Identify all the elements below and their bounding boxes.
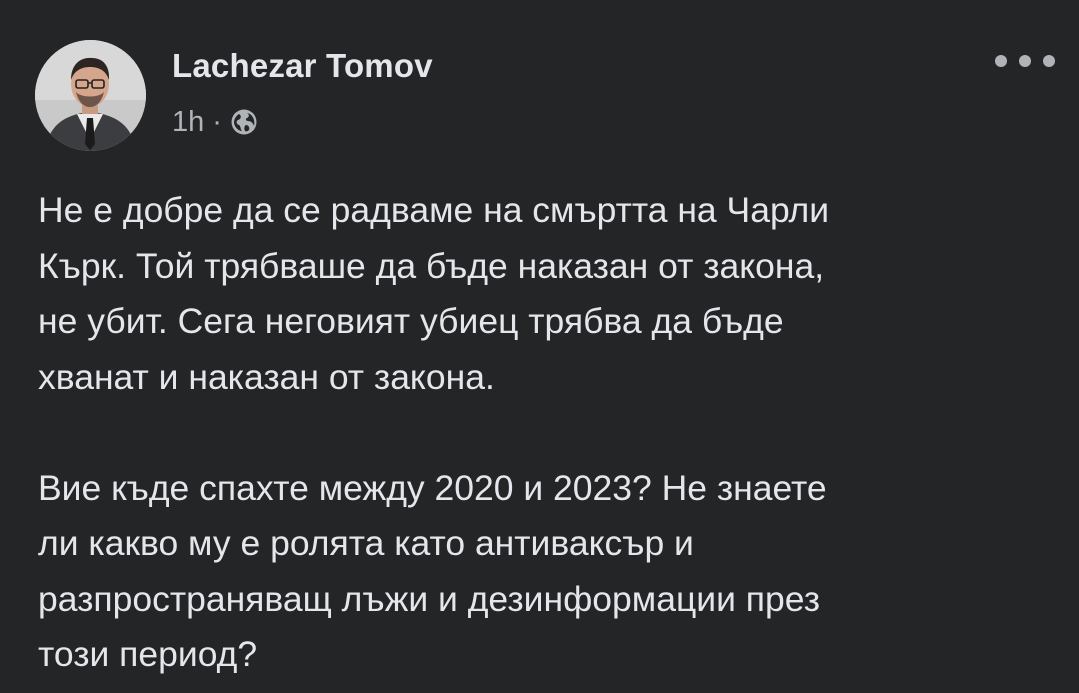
avatar[interactable] (35, 40, 146, 151)
text-line: този период? (38, 634, 258, 674)
post-card: Lachezar Tomov 1h · Не е добре да се рад… (0, 0, 1079, 693)
globe-icon[interactable] (230, 108, 258, 136)
more-options-icon[interactable] (995, 48, 1055, 74)
post-paragraph: Не е добре да се радваме на смъртта на Ч… (38, 183, 1068, 405)
more-dot (1019, 55, 1031, 67)
post-meta: 1h · (172, 104, 258, 140)
post-paragraph: Вие къде спахте между 2020 и 2023? Не зн… (38, 461, 1068, 683)
text-line: хванат и наказан от закона. (38, 356, 495, 397)
text-line: Вие къде спахте между 2020 и 2023? Не зн… (38, 467, 827, 508)
more-dot (1043, 55, 1055, 67)
avatar-image (35, 40, 146, 151)
post-text: Не е добре да се радваме на смъртта на Ч… (38, 183, 1068, 683)
text-line: Не е добре да се радваме на смъртта на Ч… (38, 190, 830, 230)
more-dot (995, 55, 1007, 67)
post-timestamp[interactable]: 1h (172, 106, 204, 139)
author-name[interactable]: Lachezar Tomov (172, 46, 433, 86)
text-line: разпространяващ лъжи и дезинформации пре… (38, 578, 821, 619)
text-line: Кърк. Той трябваше да бъде наказан от за… (38, 245, 825, 286)
meta-separator: · (212, 105, 222, 138)
text-line: не убит. Сега неговият убиец трябва да б… (38, 301, 784, 341)
text-line: ли какво му е ролята като антиваксър и (38, 523, 694, 563)
